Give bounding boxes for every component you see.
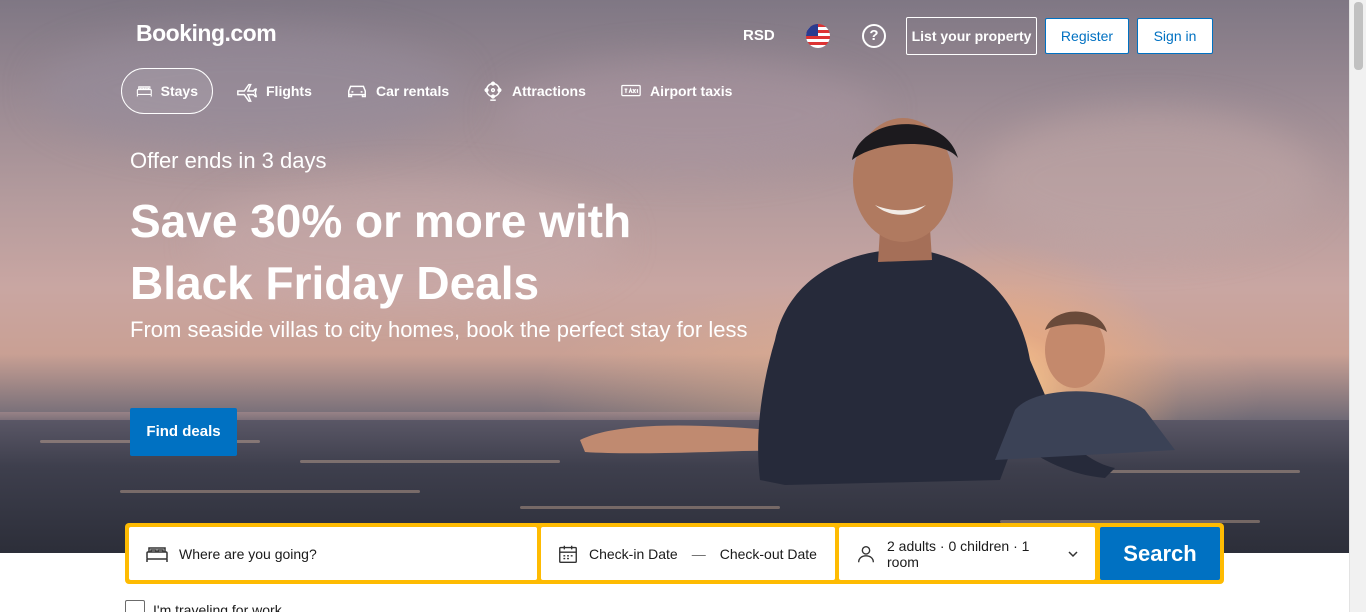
work-travel-label: I'm traveling for work bbox=[153, 602, 282, 612]
destination-placeholder: Where are you going? bbox=[179, 545, 317, 562]
offer-countdown: Offer ends in 3 days bbox=[130, 148, 327, 173]
checkin-date-label[interactable]: Check-in Date bbox=[589, 546, 678, 562]
tab-flights[interactable]: Flights bbox=[222, 68, 326, 114]
help-icon[interactable]: ? bbox=[862, 24, 886, 48]
list-your-property-button[interactable]: List your property bbox=[906, 17, 1037, 55]
hero-headline-line-1: Save 30% or more with bbox=[130, 195, 632, 247]
tab-stays-label: Stays bbox=[160, 83, 198, 99]
taxi-icon bbox=[621, 84, 641, 97]
tab-stays[interactable]: Stays bbox=[121, 68, 213, 114]
tab-flights-label: Flights bbox=[266, 83, 312, 99]
sign-in-button[interactable]: Sign in bbox=[1137, 18, 1213, 54]
find-deals-button[interactable]: Find deals bbox=[130, 408, 237, 456]
work-travel-checkbox[interactable] bbox=[125, 600, 145, 612]
register-button[interactable]: Register bbox=[1045, 18, 1129, 54]
tab-attractions[interactable]: Attractions bbox=[468, 68, 600, 114]
search-bar: Where are you going? Check-in Date — Che… bbox=[125, 523, 1224, 584]
currency-selector[interactable]: RSD bbox=[743, 27, 775, 44]
guests-field[interactable]: 2 adults · 0 children · 1 room bbox=[839, 527, 1095, 580]
calendar-icon bbox=[559, 545, 577, 563]
tab-airport-taxis[interactable]: Airport taxis bbox=[606, 68, 746, 114]
hero-headline-line-2: Black Friday Deals bbox=[130, 257, 540, 309]
scrollbar-thumb[interactable] bbox=[1354, 2, 1363, 70]
airplane-icon bbox=[237, 83, 258, 102]
bed-icon bbox=[146, 546, 168, 562]
surfer-woman-figure bbox=[995, 311, 1175, 460]
date-separator: — bbox=[691, 545, 706, 562]
tab-airport-taxis-label: Airport taxis bbox=[650, 83, 733, 99]
booking-logo[interactable]: Booking.com bbox=[136, 20, 277, 47]
vertical-scrollbar[interactable] bbox=[1349, 0, 1366, 612]
tab-car-rentals-label: Car rentals bbox=[376, 83, 450, 99]
person-icon bbox=[857, 545, 875, 562]
tab-car-rentals[interactable]: Car rentals bbox=[332, 68, 463, 114]
destination-field[interactable]: Where are you going? bbox=[129, 527, 537, 580]
car-icon bbox=[348, 85, 366, 98]
search-button[interactable]: Search bbox=[1100, 527, 1220, 580]
tab-attractions-label: Attractions bbox=[512, 83, 586, 99]
bed-icon bbox=[136, 86, 152, 97]
ferris-wheel-icon bbox=[484, 81, 502, 101]
date-range-field[interactable]: Check-in Date — Check-out Date bbox=[541, 527, 835, 580]
chevron-down-icon bbox=[1068, 550, 1078, 557]
work-travel-option[interactable]: I'm traveling for work bbox=[125, 600, 282, 612]
hero-headline: Save 30% or more with Black Friday Deals bbox=[130, 190, 730, 314]
us-flag-icon[interactable] bbox=[806, 24, 830, 48]
guests-summary: 2 adults · 0 children · 1 room bbox=[887, 537, 1030, 570]
checkout-date-label[interactable]: Check-out Date bbox=[720, 546, 817, 562]
hero-subtext: From seaside villas to city homes, book … bbox=[130, 317, 748, 342]
